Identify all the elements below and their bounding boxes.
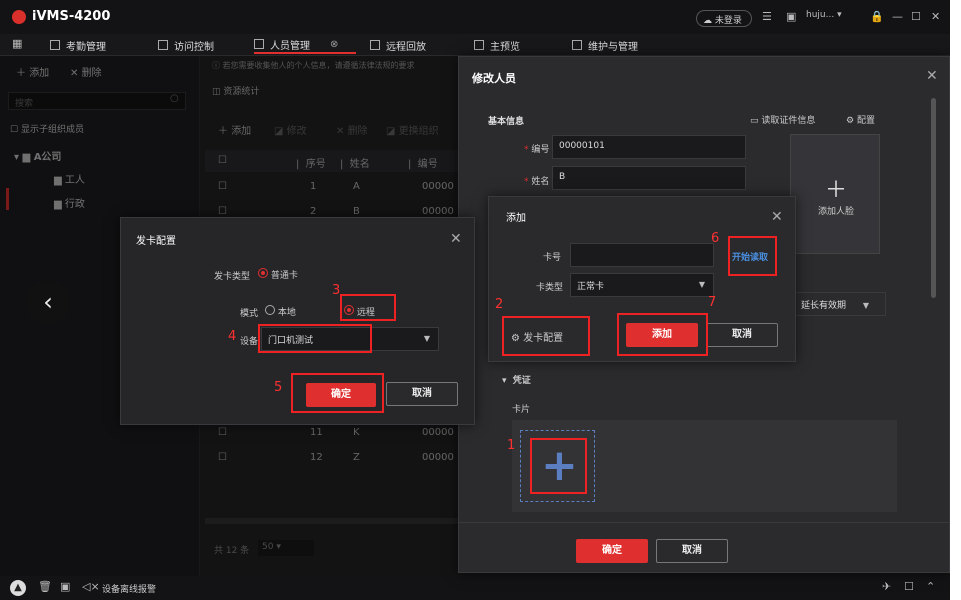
card-label: 卡片 [512, 405, 531, 415]
annotation-box-7 [617, 313, 708, 356]
close-icon[interactable]: ✕ [931, 10, 940, 23]
warning-icon[interactable]: ▲ [10, 580, 26, 596]
prev-arrow-button[interactable]: ‹ [26, 281, 70, 325]
id-label: * 编号 [524, 145, 550, 155]
cloud-login-status[interactable]: ☁ 未登录 [696, 10, 752, 27]
annotation-number: 6 [711, 231, 720, 246]
annotation-number: 2 [495, 297, 504, 312]
add-dialog-title: 添加 [506, 213, 526, 224]
card-type-select[interactable]: 正常卡 ▼ [570, 273, 714, 297]
edit-ok-button[interactable]: 确定 [576, 539, 648, 563]
mute-icon[interactable]: ◁× [82, 580, 100, 593]
app-title: iVMS-4200 [32, 9, 111, 24]
annotation-box-3 [340, 294, 396, 321]
person-card-icon [254, 39, 264, 49]
pin-icon[interactable]: ✈ [882, 580, 891, 593]
minimize-icon[interactable]: — [892, 10, 903, 23]
tab-main-view[interactable]: 主预览 [474, 36, 520, 54]
edit-dialog-close-icon[interactable]: ✕ [926, 68, 938, 84]
mode-local-radio[interactable]: 本地 [265, 305, 296, 318]
image-icon[interactable]: ▣ [60, 580, 70, 593]
issue-type-label: 发卡类型 [214, 272, 251, 282]
annotation-box-1 [530, 438, 587, 494]
annotation-number: 1 [507, 438, 516, 453]
image-icon[interactable]: ▣ [786, 10, 796, 23]
edit-dialog-divider [458, 522, 950, 523]
maximize-icon[interactable]: ☐ [911, 10, 921, 23]
issue-dialog-close-icon[interactable]: ✕ [450, 231, 462, 247]
app-logo-icon [12, 10, 26, 24]
user-menu[interactable]: huju... ▾ [806, 10, 842, 20]
config-button[interactable]: ⚙ 配置 [846, 113, 875, 126]
card-no-label: 卡号 [543, 253, 562, 263]
plus-icon: ＋ [825, 178, 848, 203]
lock-icon[interactable]: 🔒 [870, 10, 884, 23]
grid-menu-icon[interactable]: ▦ [12, 37, 22, 50]
credential-section[interactable]: ▾ 凭证 [502, 373, 531, 386]
annotation-box-2 [502, 316, 590, 356]
list-icon[interactable]: ☰ [762, 10, 772, 23]
annotation-box-6 [728, 236, 777, 276]
tab-attendance[interactable]: 考勤管理 [50, 36, 106, 54]
status-text: 设备离线报警 [102, 585, 157, 595]
door-icon [158, 40, 168, 50]
basic-info-heading: 基本信息 [488, 117, 525, 127]
name-label: * 姓名 [524, 177, 550, 187]
name-field[interactable]: B [552, 166, 746, 190]
window-icon[interactable]: ☐ [904, 580, 914, 593]
mode-label: 模式 [240, 309, 259, 319]
tab-close-icon[interactable]: ⊗ [330, 39, 338, 50]
trash-icon[interactable]: 🗑 [38, 580, 52, 593]
adjacent-window-strip [950, 0, 961, 600]
edit-dialog-scrollbar[interactable] [931, 98, 936, 298]
playback-icon [370, 40, 380, 50]
card-no-field[interactable] [570, 243, 714, 267]
tab-access-control[interactable]: 访问控制 [158, 36, 214, 54]
maintenance-icon [572, 40, 582, 50]
edit-dialog-title: 修改人员 [472, 72, 516, 85]
validity-select[interactable]: 延长有效期 ▼ [794, 292, 886, 316]
annotation-box-4 [258, 324, 372, 353]
tab-remote-playback[interactable]: 远程回放 [370, 36, 426, 54]
expand-icon[interactable]: ⌃ [926, 580, 935, 593]
calendar-icon [50, 40, 60, 50]
annotation-number: 5 [274, 380, 283, 395]
add-face-label: 添加人脸 [818, 207, 855, 217]
normal-card-radio[interactable]: 普通卡 [258, 268, 298, 281]
annotation-number: 4 [228, 329, 237, 344]
add-dialog-close-icon[interactable]: ✕ [771, 209, 783, 225]
edit-cancel-button[interactable]: 取消 [656, 539, 728, 563]
tab-maintenance[interactable]: 维护与管理 [572, 36, 638, 54]
card-type-label: 卡类型 [536, 283, 564, 293]
id-field[interactable]: 00000101 [552, 135, 746, 159]
read-id-button[interactable]: ▭ 读取证件信息 [750, 113, 815, 126]
tab-person-management[interactable]: 人员管理 ⊗ [254, 36, 356, 54]
annotation-number: 7 [708, 295, 717, 310]
add-cancel-button[interactable]: 取消 [706, 323, 778, 347]
annotation-box-5 [291, 373, 384, 413]
device-label: 设备 [240, 337, 259, 347]
issue-dialog-title: 发卡配置 [136, 236, 176, 247]
annotation-number: 3 [332, 283, 341, 298]
issue-cancel-button[interactable]: 取消 [386, 382, 458, 406]
monitor-icon [474, 40, 484, 50]
